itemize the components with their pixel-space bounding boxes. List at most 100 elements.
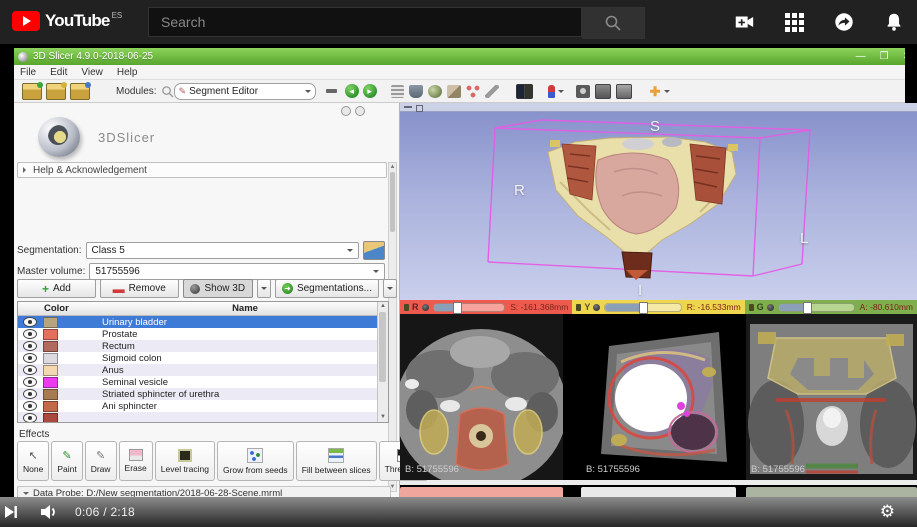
segment-row[interactable]	[18, 412, 388, 423]
menu-edit[interactable]: Edit	[50, 67, 67, 78]
segment-color-chip[interactable]	[43, 329, 58, 340]
minimize-button[interactable]: —	[856, 51, 866, 62]
slice-visibility-icon[interactable]	[767, 304, 774, 311]
visibility-eye-icon[interactable]	[23, 341, 37, 351]
effect-paint-button[interactable]: ✎Paint	[51, 441, 82, 481]
effect-erase-button[interactable]: Erase	[119, 441, 153, 481]
effect-fill-between-slices-button[interactable]: Fill between slices	[296, 441, 377, 481]
visibility-eye-icon[interactable]	[23, 317, 37, 327]
scene-view-icon[interactable]	[595, 84, 611, 99]
volume-button[interactable]	[39, 503, 61, 521]
slice-offset-slider[interactable]	[604, 303, 681, 312]
slider-thumb[interactable]	[803, 302, 812, 314]
slider-thumb[interactable]	[639, 302, 648, 314]
show-3d-dropdown[interactable]	[257, 279, 271, 298]
markups-pin-icon[interactable]	[548, 85, 555, 98]
slice-offset-slider[interactable]	[433, 303, 506, 312]
view-3d[interactable]: S R L I	[400, 112, 917, 300]
segment-color-chip[interactable]	[43, 377, 58, 388]
segment-color-chip[interactable]	[43, 389, 58, 400]
slice-pin-icon[interactable]	[749, 304, 754, 311]
slice-visibility-icon[interactable]	[593, 304, 600, 311]
module-search-icon[interactable]	[161, 85, 174, 98]
segmentation-node-icon[interactable]	[363, 241, 385, 260]
menu-help[interactable]: Help	[117, 67, 138, 78]
scroll-thumb[interactable]	[390, 172, 395, 232]
layout-grid-icon[interactable]	[516, 84, 533, 99]
module-selector[interactable]: ✎ Segment Editor	[174, 83, 316, 100]
remove-segment-button[interactable]: ▬ Remove	[100, 279, 179, 298]
load-dicom-icon[interactable]	[46, 83, 66, 100]
segment-row[interactable]: Urinary bladder	[18, 316, 388, 328]
module-forward-icon[interactable]: ▸	[363, 84, 377, 98]
effect-none-button[interactable]: ↖None	[17, 441, 49, 481]
markups-dropdown-icon[interactable]	[558, 90, 564, 96]
segment-row[interactable]: Anus	[18, 364, 388, 376]
visibility-eye-icon[interactable]	[23, 365, 37, 375]
visibility-eye-icon[interactable]	[23, 329, 37, 339]
segment-row[interactable]: Ani sphincter	[18, 400, 388, 412]
menu-file[interactable]: File	[20, 67, 36, 78]
segment-row[interactable]: Prostate	[18, 328, 388, 340]
segment-row[interactable]: Striated sphincter of urethra	[18, 388, 388, 400]
slice-visibility-icon[interactable]	[422, 304, 429, 311]
effect-level-tracing-button[interactable]: Level tracing	[155, 441, 215, 481]
panel-menu-icon[interactable]	[355, 106, 365, 116]
visibility-eye-icon[interactable]	[23, 353, 37, 363]
effect-grow-from-seeds-button[interactable]: Grow from seeds	[217, 441, 294, 481]
search-input[interactable]	[148, 7, 582, 37]
youtube-logo[interactable]: YouTube ES	[12, 11, 122, 31]
add-segment-button[interactable]: + Add	[17, 279, 96, 298]
visibility-eye-icon[interactable]	[23, 401, 37, 411]
settings-gear-icon[interactable]: ⚙	[880, 501, 895, 523]
master-volume-combo[interactable]: 51755596	[89, 263, 385, 280]
messages-icon[interactable]	[833, 11, 855, 33]
extensions-sparkle-icon[interactable]: ✚	[649, 85, 661, 98]
segmentation-combo[interactable]: Class 5	[86, 242, 360, 259]
green-slice-view[interactable]: B: 51755596	[746, 314, 917, 480]
red-slice-view[interactable]: B: 51755596	[400, 314, 563, 480]
segment-color-chip[interactable]	[43, 341, 58, 352]
visibility-eye-icon[interactable]	[23, 389, 37, 399]
visibility-eye-icon[interactable]	[23, 413, 37, 423]
slider-thumb[interactable]	[453, 302, 462, 314]
visibility-eye-icon[interactable]	[23, 377, 37, 387]
menu-view[interactable]: View	[81, 67, 103, 78]
create-video-icon[interactable]	[733, 11, 755, 33]
module-back-icon[interactable]: ◂	[345, 84, 359, 98]
segment-row[interactable]: Seminal vesicle	[18, 376, 388, 388]
module-history-pin-icon[interactable]	[326, 89, 337, 93]
ruler-icon[interactable]	[485, 85, 499, 98]
scene-view-restore-icon[interactable]	[616, 84, 632, 99]
share-nodes-icon[interactable]	[466, 85, 480, 98]
scroll-up-icon[interactable]: ▲	[389, 163, 396, 171]
notifications-bell-icon[interactable]	[883, 11, 905, 33]
table-scrollbar[interactable]: ▲▼	[377, 302, 388, 422]
segment-color-chip[interactable]	[43, 353, 58, 364]
help-acknowledgement-section[interactable]: Help & Acknowledgement	[17, 162, 387, 178]
save-data-icon[interactable]	[70, 83, 90, 100]
view3d-controller-bar[interactable]	[400, 103, 917, 112]
sparkle-dropdown-icon[interactable]	[664, 90, 670, 96]
maximize-button[interactable]: ❐	[880, 51, 889, 62]
effect-draw-button[interactable]: ✎Draw	[85, 441, 117, 481]
segment-color-chip[interactable]	[43, 317, 58, 328]
segmentations-button[interactable]: ➜ Segmentations...	[275, 279, 379, 298]
segment-color-chip[interactable]	[43, 413, 58, 424]
segment-row[interactable]: Sigmoid colon	[18, 352, 388, 364]
scene-sphere-icon[interactable]	[428, 85, 442, 98]
segmentations-dropdown[interactable]	[383, 279, 397, 298]
segment-color-chip[interactable]	[43, 365, 58, 376]
show-3d-button[interactable]: Show 3D	[183, 279, 253, 298]
module-history-icon[interactable]	[391, 85, 404, 98]
slice-pin-icon[interactable]	[404, 304, 409, 311]
yellow-slice-view[interactable]: B: 51755596	[581, 314, 736, 480]
volume-cube-icon[interactable]	[447, 85, 461, 98]
slice-offset-slider[interactable]	[778, 303, 855, 312]
add-data-icon[interactable]	[22, 83, 42, 100]
search-button[interactable]	[582, 7, 645, 39]
apps-grid-icon[interactable]	[783, 11, 805, 33]
panel-pin-icon[interactable]	[341, 106, 351, 116]
screenshot-camera-icon[interactable]	[576, 85, 590, 98]
segment-color-chip[interactable]	[43, 401, 58, 412]
